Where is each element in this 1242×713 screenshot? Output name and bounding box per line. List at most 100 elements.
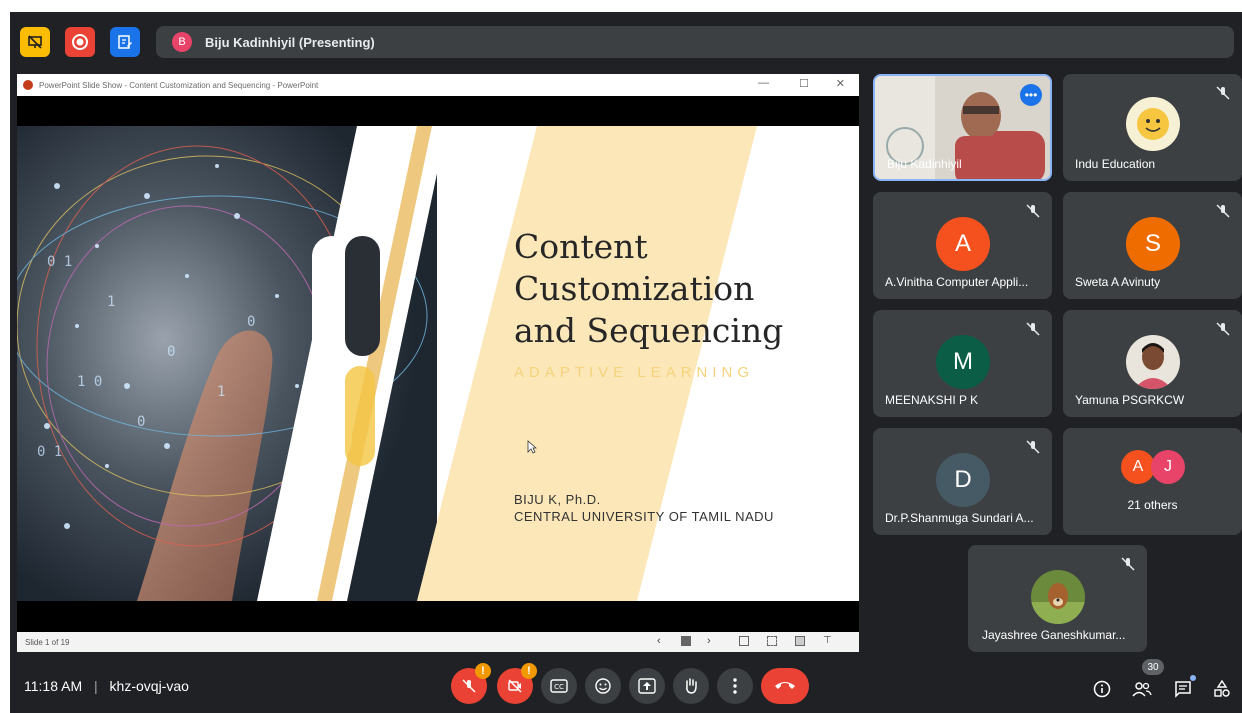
slide-title-line: Customization: [514, 269, 755, 308]
captions-button[interactable]: CC: [541, 668, 577, 704]
mic-off-icon: [1026, 322, 1040, 336]
slide-title-line: Content: [514, 227, 648, 266]
mic-off-icon: [1216, 322, 1230, 336]
meeting-details-button[interactable]: [1091, 678, 1113, 700]
clock: 11:18 AM: [24, 678, 83, 694]
whiteboard-button[interactable]: [110, 27, 140, 57]
svg-text:0 1: 0 1: [37, 444, 62, 460]
participant-tile[interactable]: A A.Vinitha Computer Appli...: [873, 192, 1052, 299]
participant-name: Yamuna PSGRKCW: [1075, 393, 1185, 407]
hang-up-icon: [775, 682, 795, 689]
close-icon: ✕: [835, 78, 845, 90]
closed-captions-icon: CC: [550, 679, 568, 693]
recording-button[interactable]: [65, 27, 95, 57]
mic-off-icon: [462, 679, 476, 693]
others-count-label: 21 others: [1127, 498, 1178, 512]
presenting-label: Biju Kadinhiyil (Presenting): [205, 34, 375, 50]
edit-document-icon: [118, 35, 132, 49]
participant-tile[interactable]: S Sweta A Avinuty: [1063, 192, 1242, 299]
svg-text:CC: CC: [554, 683, 564, 691]
slide-counter: Slide 1 of 19: [25, 637, 70, 647]
next-slide-icon[interactable]: ›: [707, 635, 711, 647]
hand-icon: [686, 678, 697, 694]
avatar: D: [936, 453, 990, 507]
participant-tile[interactable]: Indu Education: [1063, 74, 1242, 181]
participant-tile[interactable]: M MEENAKSHI P K: [873, 310, 1052, 417]
slide-title: Content Customization and Sequencing: [514, 226, 854, 352]
presenter-avatar: B: [172, 32, 192, 52]
presenting-banner: B Biju Kadinhiyil (Presenting): [156, 26, 1234, 58]
camera-off-icon: [508, 679, 522, 693]
present-screen-icon: [638, 678, 656, 694]
mouse-cursor-icon: [527, 440, 537, 454]
maximize-icon: ☐: [799, 78, 809, 90]
prev-slide-icon[interactable]: ‹: [657, 635, 661, 647]
normal-view-icon[interactable]: [739, 636, 749, 646]
record-icon: [72, 34, 88, 50]
mic-off-icon: [1026, 440, 1040, 454]
avatar: [1031, 570, 1085, 624]
svg-text:0: 0: [247, 314, 255, 330]
author-affiliation: CENTRAL UNIVERSITY OF TAMIL NADU: [514, 509, 774, 524]
participant-tile[interactable]: Jayashree Ganeshkumar...: [968, 545, 1147, 652]
others-tile[interactable]: A J 21 others: [1063, 428, 1242, 535]
camera-toggle-button[interactable]: !: [497, 663, 537, 704]
avatar: A: [936, 217, 990, 271]
participant-name: A.Vinitha Computer Appli...: [885, 275, 1029, 289]
ppt-status-bar: Slide 1 of 19 ‹ › ⊤: [17, 632, 859, 652]
participant-name: Indu Education: [1075, 157, 1156, 171]
emoji-icon: [595, 678, 611, 694]
ppt-window-title: PowerPoint Slide Show - Content Customiz…: [39, 80, 319, 90]
svg-text:1 0: 1 0: [77, 374, 102, 390]
participant-name: Biju Kadinhiyil: [887, 157, 962, 171]
warning-badge: !: [475, 663, 491, 679]
avatar: [1126, 335, 1180, 389]
slide-author: BIJU K, Ph.D. CENTRAL UNIVERSITY OF TAMI…: [514, 491, 774, 525]
warning-badge: !: [521, 663, 537, 679]
bottom-bar: 11:18 AM | khz-ovqj-vao ! ! CC 30: [10, 656, 1242, 713]
mic-off-icon: [1026, 204, 1040, 218]
grid-view-icon[interactable]: [767, 636, 777, 646]
activities-icon: [1214, 680, 1230, 697]
avatar: J: [1151, 450, 1185, 484]
avatar: M: [936, 335, 990, 389]
meeting-info: 11:18 AM | khz-ovqj-vao: [24, 678, 189, 694]
raise-hand-button[interactable]: [673, 668, 709, 704]
participant-name: Sweta A Avinuty: [1075, 275, 1161, 289]
more-vert-icon: [733, 678, 737, 694]
presentation-off-icon: [28, 35, 42, 49]
slide-subtitle: ADAPTIVE LEARNING: [514, 364, 755, 381]
present-now-button[interactable]: [629, 668, 665, 704]
participant-tile[interactable]: D Dr.P.Shanmuga Sundari A...: [873, 428, 1052, 535]
participant-tile[interactable]: ••• Biju Kadinhiyil: [873, 74, 1052, 181]
participant-name: Jayashree Ganeshkumar...: [982, 628, 1126, 642]
reactions-button[interactable]: [585, 668, 621, 704]
top-bar: B Biju Kadinhiyil (Presenting): [10, 12, 1242, 70]
powerpoint-logo-icon: [23, 80, 33, 90]
participant-tile[interactable]: Yamuna PSGRKCW: [1063, 310, 1242, 417]
reading-view-icon[interactable]: [795, 636, 805, 646]
info-icon: [1093, 680, 1111, 698]
mic-off-icon: [1216, 204, 1230, 218]
slide-sorter-icon[interactable]: [681, 636, 691, 646]
slideshow-icon[interactable]: ⊤: [823, 635, 832, 646]
activities-button[interactable]: [1211, 678, 1233, 700]
mic-off-icon: [1216, 86, 1230, 100]
more-options-icon[interactable]: •••: [1020, 84, 1042, 106]
chat-button[interactable]: [1172, 675, 1196, 700]
avatar: A: [1121, 450, 1155, 484]
slide-title-line: and Sequencing: [514, 311, 784, 350]
svg-text:1: 1: [107, 294, 115, 310]
mic-toggle-button[interactable]: !: [451, 663, 491, 704]
stop-presenting-button[interactable]: [20, 27, 50, 57]
presentation-window: PowerPoint Slide Show - Content Customiz…: [17, 74, 859, 652]
chat-unread-dot: [1190, 675, 1196, 681]
meet-screen: B Biju Kadinhiyil (Presenting) PowerPoin…: [10, 12, 1242, 713]
participant-count-badge: 30: [1142, 659, 1164, 675]
more-options-button[interactable]: [717, 668, 753, 704]
leave-call-button[interactable]: [761, 668, 809, 704]
svg-text:0 1: 0 1: [47, 254, 72, 270]
svg-text:0: 0: [167, 344, 175, 360]
people-button[interactable]: [1131, 678, 1153, 700]
avatar: S: [1126, 217, 1180, 271]
